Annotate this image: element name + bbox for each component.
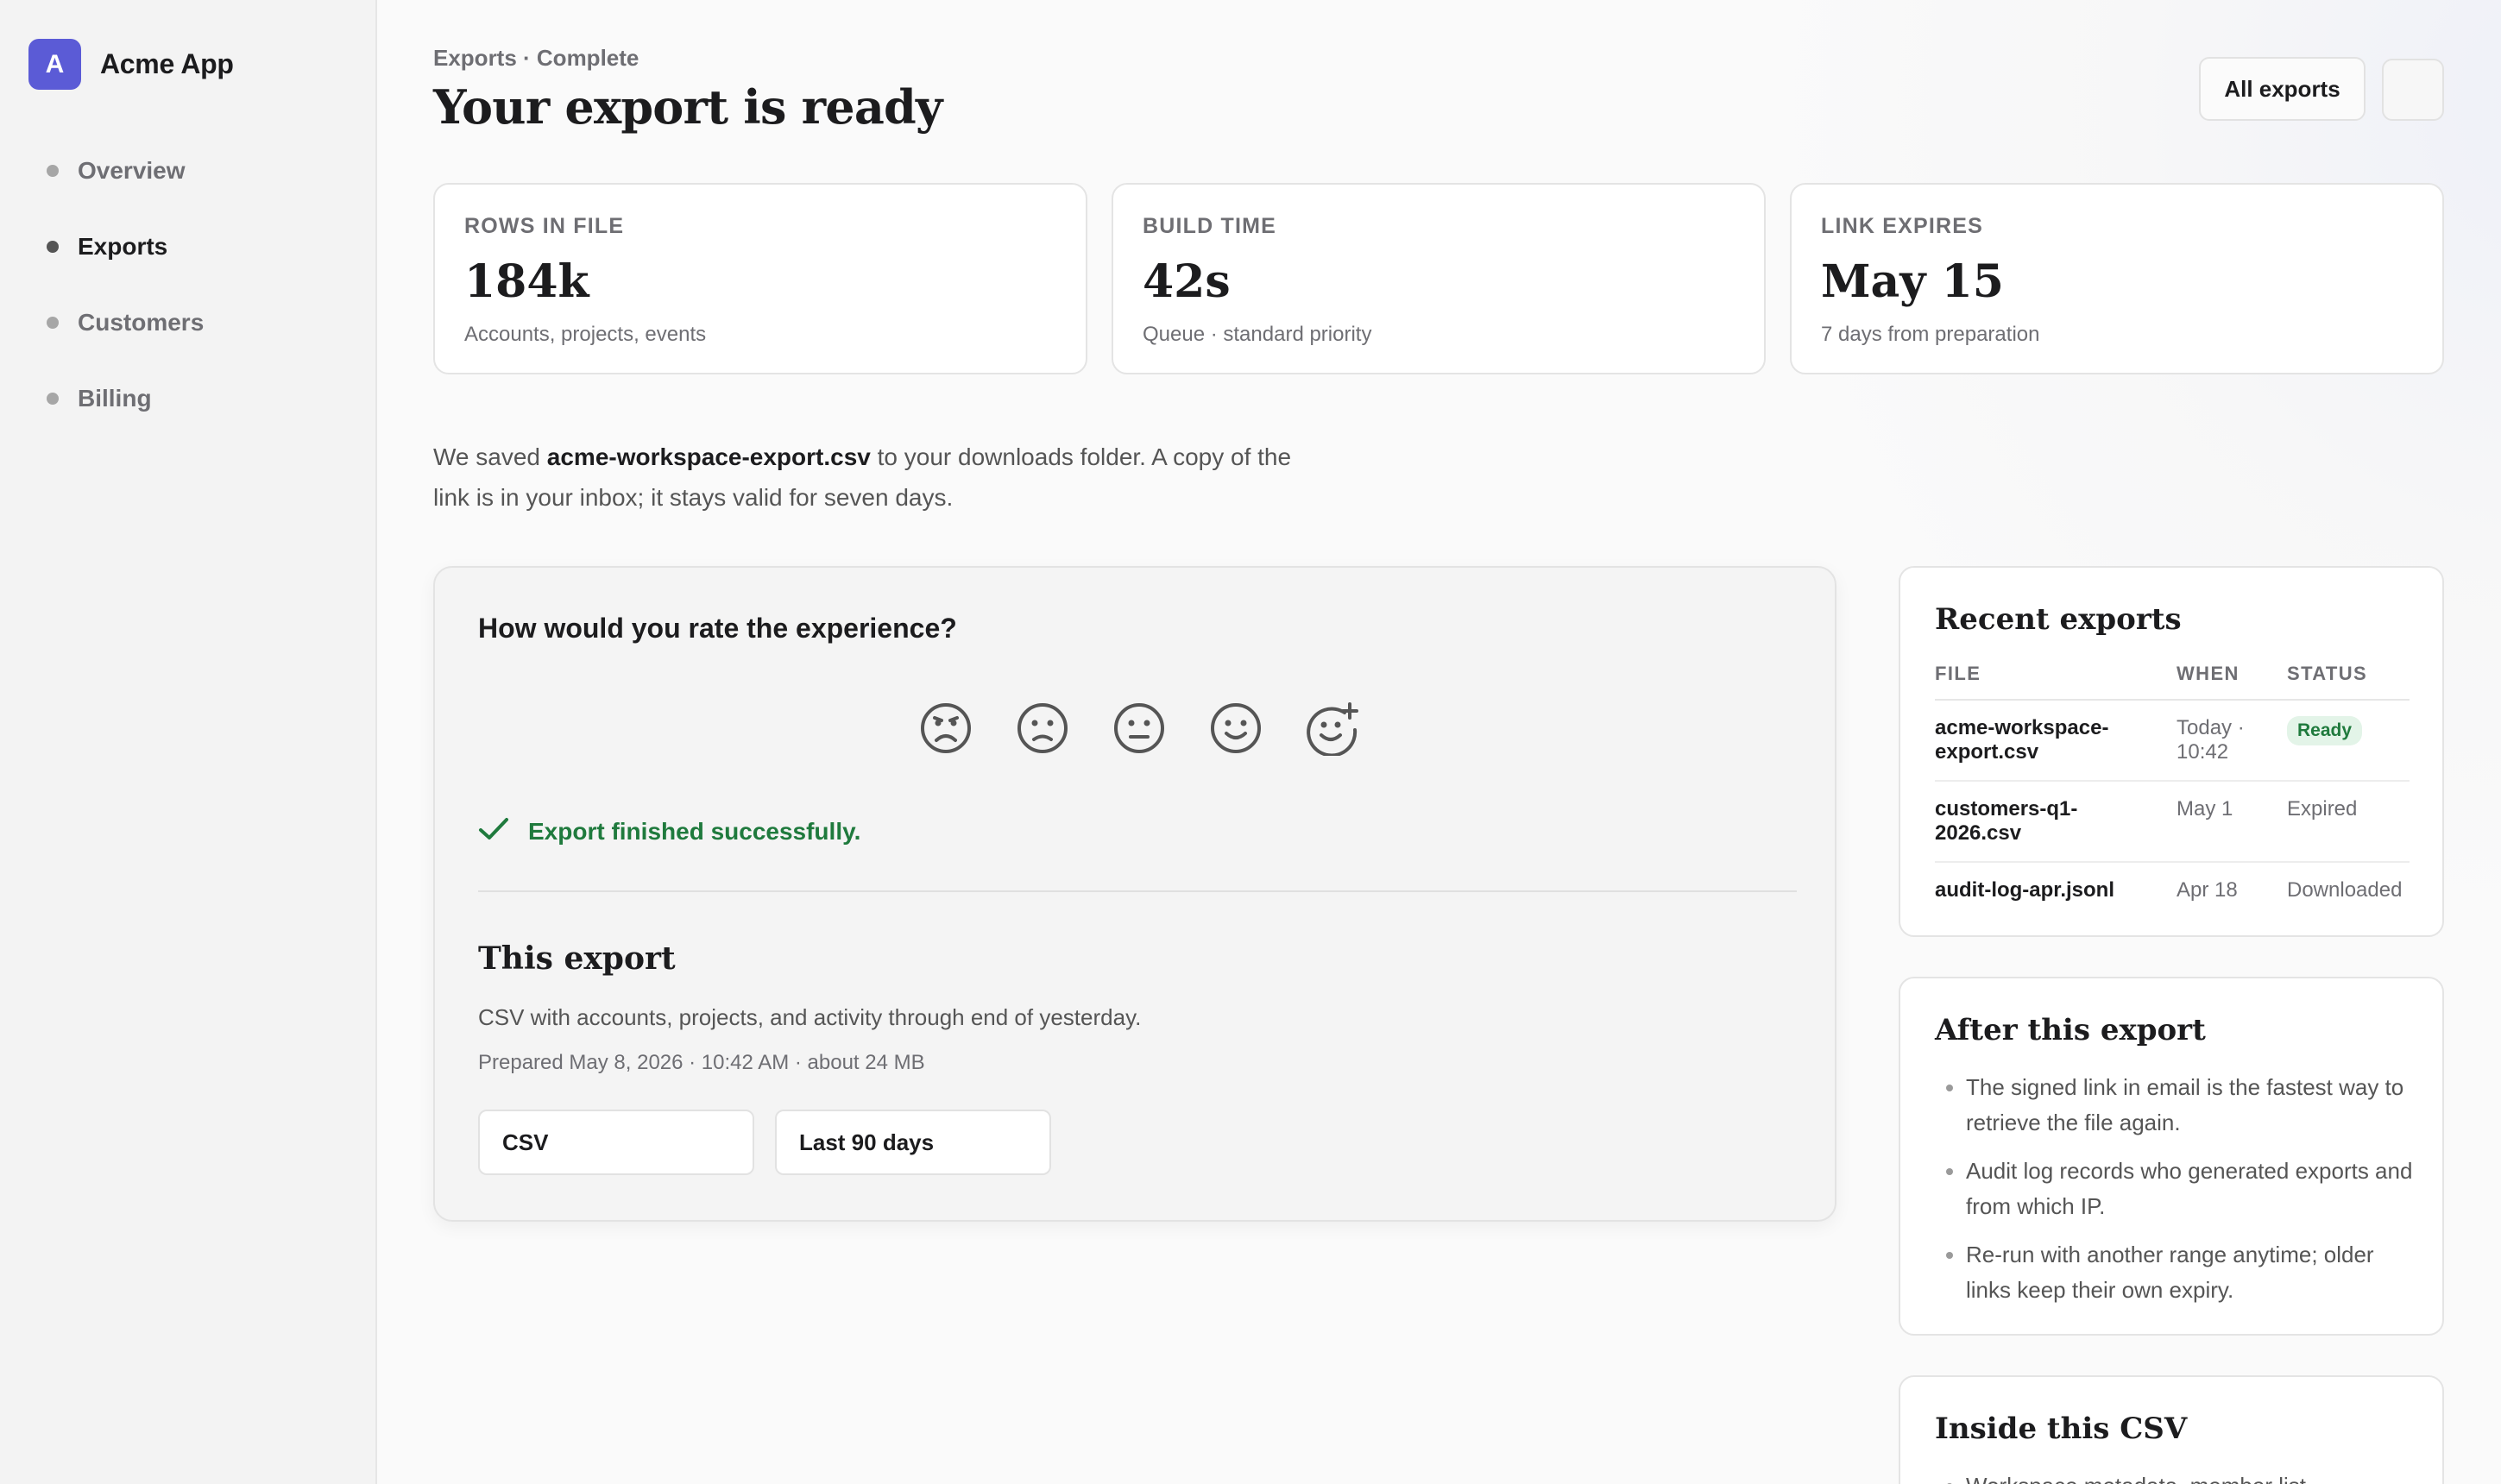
table-row[interactable]: acme-workspace-export.csv Today · 10:42 … xyxy=(1935,700,2410,782)
sidebar-item-overview[interactable]: Overview xyxy=(47,152,204,190)
export-time: May 1 xyxy=(2177,781,2287,863)
stat-value: 42s xyxy=(1143,255,1231,308)
nav-dot-icon xyxy=(47,241,59,253)
stat-label: BUILD TIME xyxy=(1143,214,1277,238)
sidebar-item-exports[interactable]: Exports xyxy=(47,228,204,266)
sidebar-item-billing[interactable]: Billing xyxy=(47,380,204,418)
range-chip[interactable]: Last 90 days xyxy=(775,1110,1051,1175)
table-header-row: FILE WHEN STATUS xyxy=(1935,656,2410,701)
success-message: Export finished successfully. xyxy=(478,816,860,846)
stat-value: 184k xyxy=(464,255,589,308)
add-reaction-face-icon[interactable] xyxy=(1305,701,1360,758)
export-time: Apr 18 xyxy=(2177,878,2238,902)
rating-question: How would you rate the experience? xyxy=(478,613,957,644)
intro-before: We saved xyxy=(433,443,547,470)
table-row[interactable]: customers-q1-2026.csv May 1 Expired xyxy=(1935,781,2410,863)
export-time: Today · 10:42 xyxy=(2177,700,2287,782)
stat-subtext: Accounts, projects, events xyxy=(464,323,707,346)
table-row[interactable]: audit-log-apr.jsonl Apr 18 Downloaded xyxy=(1935,862,2410,918)
column-header-file: FILE xyxy=(1935,656,2177,701)
nav-dot-icon xyxy=(47,317,59,329)
stat-subtext: 7 days from preparation xyxy=(1821,323,2040,346)
sidebar-item-customers[interactable]: Customers xyxy=(47,304,204,342)
app-logo: A xyxy=(28,39,81,90)
list-item: The signed link in email is the fastest … xyxy=(1966,1070,2415,1141)
breadcrumb: Exports · Complete xyxy=(433,45,639,71)
export-summary-text: We saved acme-workspace-export.csv to yo… xyxy=(433,437,1322,518)
after-export-title: After this export xyxy=(1935,1013,2206,1047)
divider xyxy=(478,890,1797,892)
nav-dot-icon xyxy=(47,393,59,405)
recent-exports-card: Recent exports FILE WHEN STATUS acme-wor… xyxy=(1899,566,2444,937)
format-chip[interactable]: CSV xyxy=(478,1110,754,1175)
sidebar-item-label: Exports xyxy=(78,233,168,260)
export-status: Downloaded xyxy=(2287,878,2403,902)
stat-card-link-expires: LINK EXPIRES May 15 7 days from preparat… xyxy=(1790,183,2444,374)
inside-csv-list: Workspace metadata, member list xyxy=(1966,1468,2415,1484)
list-item: Workspace metadata, member list xyxy=(1966,1468,2415,1484)
recent-exports-title: Recent exports xyxy=(1935,602,2182,637)
column-header-when: WHEN xyxy=(2177,656,2287,701)
feedback-card: How would you rate the experience? Expor… xyxy=(433,566,1836,1222)
status-badge: Ready xyxy=(2287,716,2363,745)
stat-label: ROWS IN FILE xyxy=(464,214,625,238)
this-export-description: CSV with accounts, projects, and activit… xyxy=(478,1004,1142,1030)
sidebar-item-label: Overview xyxy=(78,157,186,184)
inside-csv-card: Inside this CSV Workspace metadata, memb… xyxy=(1899,1375,2444,1484)
inside-csv-title: Inside this CSV xyxy=(1935,1412,2188,1446)
file-name[interactable]: audit-log-apr.jsonl xyxy=(1935,862,2177,918)
stat-subtext: Queue · standard priority xyxy=(1143,323,1372,346)
all-exports-button[interactable]: All exports xyxy=(2199,57,2366,121)
more-options-button[interactable] xyxy=(2382,59,2444,121)
success-text: Export finished successfully. xyxy=(528,817,861,845)
sidebar: A Acme App Overview Exports Customers Bi… xyxy=(0,0,377,1484)
main-content: Exports · Complete Your export is ready … xyxy=(378,0,2501,1484)
page-title: Your export is ready xyxy=(433,79,942,135)
list-item: Re-run with another range anytime; older… xyxy=(1966,1237,2415,1308)
stat-label: LINK EXPIRES xyxy=(1821,214,1984,238)
file-name[interactable]: acme-workspace-export.csv xyxy=(1935,700,2177,782)
stat-card-rows: ROWS IN FILE 184k Accounts, projects, ev… xyxy=(433,183,1087,374)
list-item: Audit log records who generated exports … xyxy=(1966,1154,2415,1224)
sad-face-icon[interactable] xyxy=(1015,701,1070,756)
sidebar-item-label: Customers xyxy=(78,309,205,336)
brand[interactable]: A Acme App xyxy=(28,39,234,90)
export-filename: acme-workspace-export.csv xyxy=(546,443,871,470)
app-name: Acme App xyxy=(100,48,234,79)
after-export-card: After this export The signed link in ema… xyxy=(1899,977,2444,1336)
after-export-list: The signed link in email is the fastest … xyxy=(1966,1070,2415,1321)
export-status: Expired xyxy=(2287,781,2410,863)
sidebar-nav: Overview Exports Customers Billing xyxy=(47,152,204,456)
export-status: Ready xyxy=(2287,700,2410,782)
sidebar-item-label: Billing xyxy=(78,385,152,412)
column-header-status: STATUS xyxy=(2287,656,2410,701)
stat-card-build-time: BUILD TIME 42s Queue · standard priority xyxy=(1112,183,1766,374)
this-export-title: This export xyxy=(478,940,676,977)
neutral-face-icon[interactable] xyxy=(1112,701,1167,756)
file-name[interactable]: customers-q1-2026.csv xyxy=(1935,781,2177,863)
rating-faces xyxy=(918,701,1402,758)
stat-value: May 15 xyxy=(1821,255,2004,308)
recent-exports-table: FILE WHEN STATUS acme-workspace-export.c… xyxy=(1935,656,2410,918)
nav-dot-icon xyxy=(47,165,59,177)
happy-face-icon[interactable] xyxy=(1208,701,1263,756)
very-sad-face-icon[interactable] xyxy=(918,701,973,756)
this-export-meta: Prepared May 8, 2026 · 10:42 AM · about … xyxy=(478,1051,925,1074)
checkmark-icon xyxy=(478,816,509,846)
